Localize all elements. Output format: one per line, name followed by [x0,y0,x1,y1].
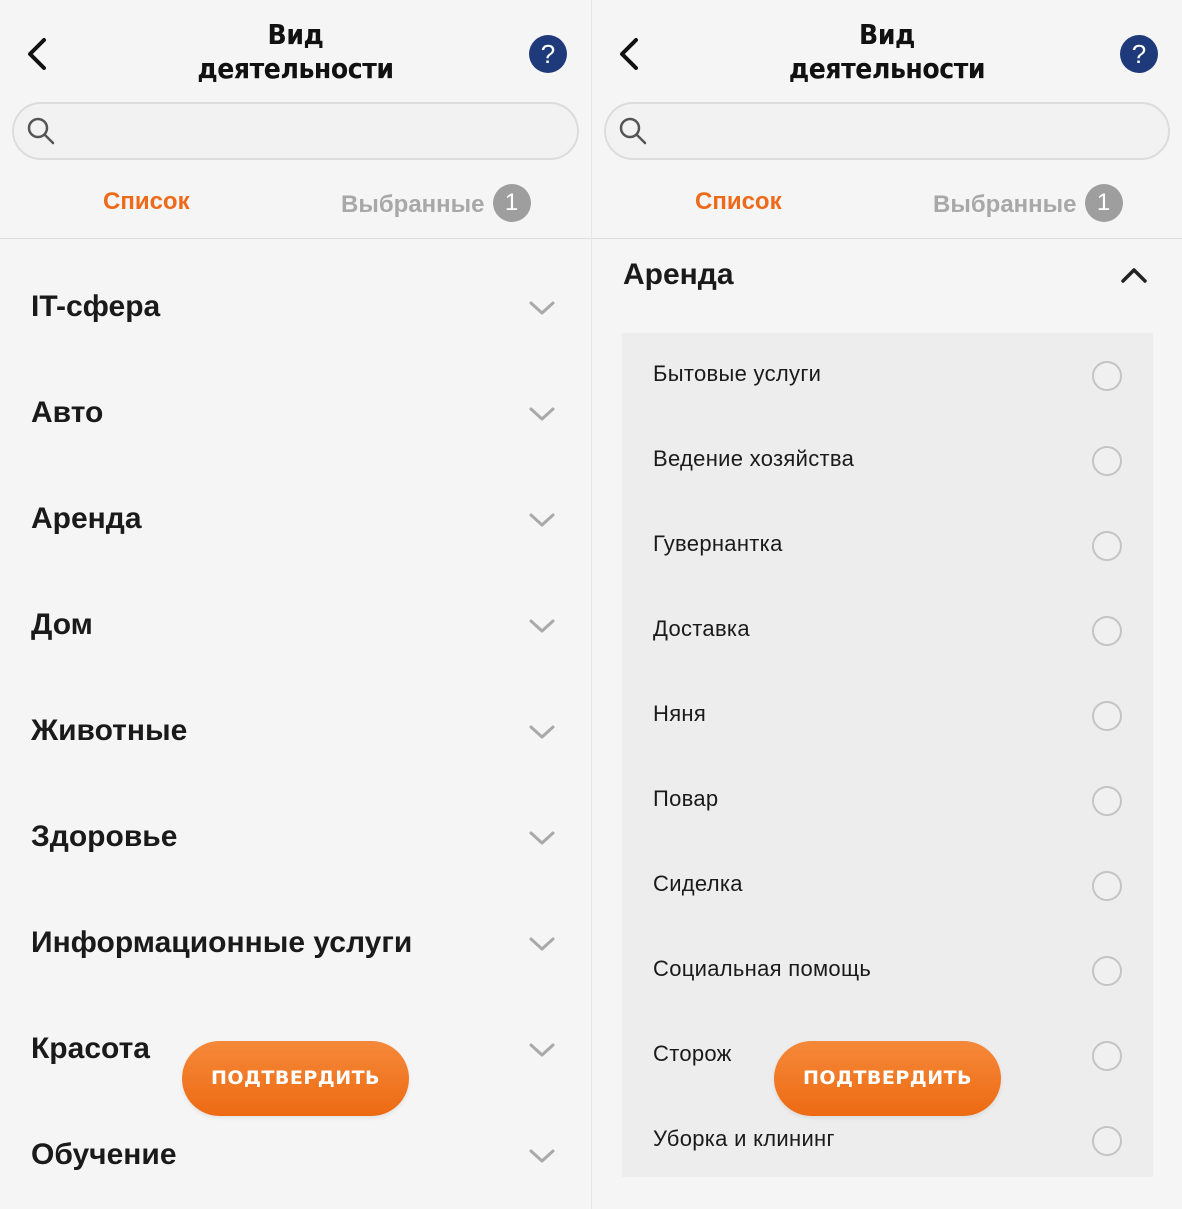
tab-list[interactable]: Список [103,188,190,216]
tab-selected-label: Выбранные [341,191,485,218]
header: Вид деятельности ? [592,0,1182,100]
radio-button[interactable] [1092,1126,1122,1156]
subcategory-item[interactable]: Доставка [622,588,1153,673]
screen-subcategory-list: Вид деятельности ? Список Выбранные 1 Ар… [591,0,1182,1209]
search-icon [619,117,647,145]
selected-count-badge: 1 [1084,184,1123,222]
category-item[interactable]: Здоровье [0,786,591,892]
category-group-header[interactable]: Аренда [592,248,1182,308]
chevron-down-icon [529,831,555,845]
help-button[interactable]: ? [1120,35,1158,73]
search-bar[interactable] [604,102,1170,160]
subcategory-item[interactable]: Няня [622,673,1153,758]
chevron-down-icon [529,619,555,633]
category-group-title: Аренда [623,258,734,291]
category-label: Аренда [31,502,142,535]
category-item[interactable]: Обучение [0,1104,591,1209]
subcategory-label: Гувернантка [653,531,783,556]
subcategory-label: Ведение хозяйства [653,446,855,471]
search-bar[interactable] [12,102,579,160]
tab-selected-label: Выбранные [933,191,1077,218]
category-label: Красота [31,1032,150,1065]
radio-button[interactable] [1092,956,1122,986]
category-label: Обучение [31,1138,177,1171]
radio-button[interactable] [1092,616,1122,646]
confirm-button[interactable]: ПОДТВЕРДИТЬ [774,1041,1001,1116]
category-label: IT-сфера [31,290,161,323]
chevron-down-icon [529,1149,555,1163]
screen-category-list: Вид деятельности ? Список Выбранные 1 IT… [0,0,591,1209]
search-input[interactable] [658,114,1148,150]
radio-button[interactable] [1092,871,1122,901]
category-label: Информационные услуги [31,926,413,959]
category-item[interactable]: Авто [0,362,591,468]
chevron-up-icon [1121,268,1147,283]
search-icon [27,117,55,145]
category-item[interactable]: Аренда [0,468,591,574]
category-label: Авто [31,396,104,429]
chevron-down-icon [529,407,555,421]
category-label: Дом [31,608,93,641]
category-label: Здоровье [31,820,178,853]
tabs: Список Выбранные 1 [0,180,591,239]
help-button[interactable]: ? [529,35,567,73]
radio-button[interactable] [1092,1041,1122,1071]
radio-button[interactable] [1092,446,1122,476]
radio-button[interactable] [1092,786,1122,816]
chevron-down-icon [529,725,555,739]
category-item[interactable]: IT-сфера [0,256,591,362]
chevron-down-icon [529,937,555,951]
subcategory-label: Няня [653,701,707,726]
subcategory-label: Бытовые услуги [653,361,822,386]
tab-selected[interactable]: Выбранные 1 [933,184,1123,222]
category-item[interactable]: Дом [0,574,591,680]
category-label: Животные [31,714,188,747]
radio-button[interactable] [1092,531,1122,561]
subcategory-item[interactable]: Сиделка [622,843,1153,928]
chevron-down-icon [529,1043,555,1057]
subcategory-item[interactable]: Социальная помощь [622,928,1153,1013]
subcategory-item[interactable]: Повар [622,758,1153,843]
subcategory-item[interactable]: Бытовые услуги [622,333,1153,418]
tabs: Список Выбранные 1 [592,180,1182,239]
category-item[interactable]: Животные [0,680,591,786]
chevron-down-icon [529,513,555,527]
question-icon: ? [540,39,556,69]
chevron-down-icon [529,301,555,315]
subcategory-label: Сторож [653,1041,732,1066]
subcategory-label: Доставка [653,616,750,641]
subcategory-item[interactable]: Гувернантка [622,503,1153,588]
category-item[interactable]: Информационные услуги [0,892,591,998]
subcategory-label: Социальная помощь [653,956,872,981]
subcategory-label: Уборка и клининг [653,1126,835,1151]
page-title: Вид деятельности [197,18,394,85]
radio-button[interactable] [1092,701,1122,731]
header: Вид деятельности ? [0,0,591,100]
question-icon: ? [1131,39,1147,69]
subcategory-label: Сиделка [653,871,743,896]
search-input[interactable] [66,114,557,150]
tab-list[interactable]: Список [695,188,782,216]
subcategory-item[interactable]: Ведение хозяйства [622,418,1153,503]
radio-button[interactable] [1092,361,1122,391]
subcategory-label: Повар [653,786,719,811]
selected-count-badge: 1 [492,184,531,222]
page-title: Вид деятельности [788,18,986,85]
confirm-button[interactable]: ПОДТВЕРДИТЬ [182,1041,409,1116]
tab-selected[interactable]: Выбранные 1 [341,184,531,222]
